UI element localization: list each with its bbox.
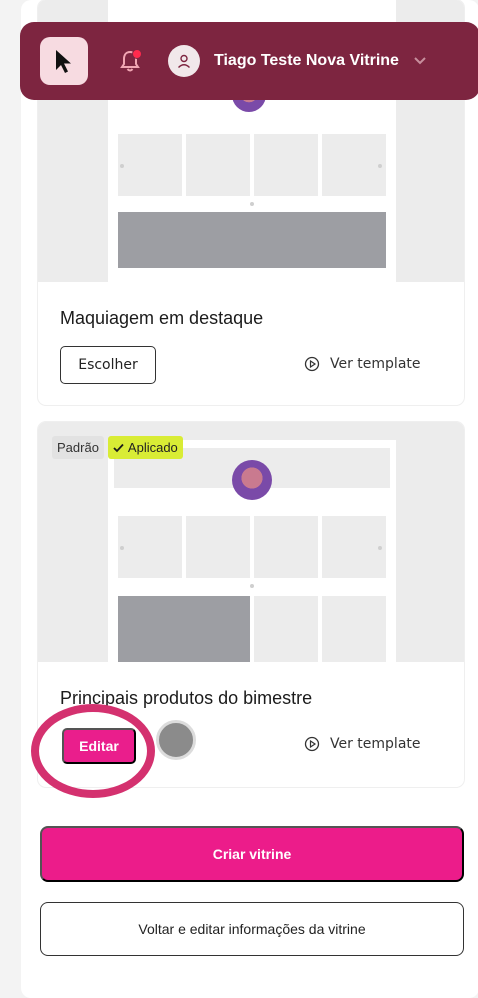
default-badge: Padrão [52, 436, 104, 459]
select-tool-button[interactable] [40, 37, 88, 85]
choose-button[interactable]: Escolher [60, 346, 156, 384]
view-template-label: Ver template [330, 356, 421, 372]
product-tile [322, 134, 386, 196]
chevron-down-icon[interactable] [413, 56, 427, 66]
product-tile [322, 596, 386, 662]
notification-dot [132, 49, 142, 59]
template-title: Maquiagem em destaque [60, 308, 264, 328]
carousel-dot [378, 546, 382, 550]
carousel-dot [250, 202, 254, 206]
product-tile [322, 516, 386, 578]
view-template-label: Ver template [330, 736, 421, 752]
carousel-dot [250, 584, 254, 588]
product-tile [254, 596, 318, 662]
notifications-button[interactable] [116, 47, 144, 75]
carousel-dot [120, 546, 124, 550]
avatar-image [232, 460, 272, 500]
product-tile [118, 516, 182, 578]
banner-block [118, 212, 386, 268]
carousel-dot [378, 164, 382, 168]
view-template-link[interactable]: Ver template [304, 736, 421, 752]
product-tile [186, 516, 250, 578]
product-tile [254, 134, 318, 196]
top-bar: Tiago Teste Nova Vitrine [20, 22, 478, 100]
check-icon [113, 443, 124, 452]
cursor-icon [56, 50, 71, 73]
view-template-link[interactable]: Ver template [304, 356, 421, 372]
create-showcase-button[interactable]: Criar vitrine [40, 826, 464, 882]
product-tile [254, 516, 318, 578]
product-tile [118, 134, 182, 196]
template-card-principais: Padrão Aplicado Principais produtos do b… [38, 422, 464, 787]
badge-row: Padrão Aplicado [52, 436, 183, 459]
user-avatar[interactable] [168, 45, 200, 77]
play-circle-icon [304, 356, 320, 372]
template-preview: Padrão Aplicado [38, 422, 464, 662]
template-mock [108, 440, 396, 662]
user-name[interactable]: Tiago Teste Nova Vitrine [214, 52, 399, 70]
applied-badge: Aplicado [107, 436, 183, 459]
cursor-marker [156, 720, 196, 760]
edit-button[interactable]: Editar [62, 728, 136, 764]
user-icon [178, 54, 190, 69]
product-tile [186, 134, 250, 196]
carousel-dot [120, 164, 124, 168]
back-edit-info-button[interactable]: Voltar e editar informações da vitrine [40, 902, 464, 956]
play-circle-icon [304, 736, 320, 752]
template-title: Principais produtos do bimestre [60, 688, 313, 708]
banner-block [118, 596, 250, 662]
applied-badge-label: Aplicado [127, 440, 178, 455]
